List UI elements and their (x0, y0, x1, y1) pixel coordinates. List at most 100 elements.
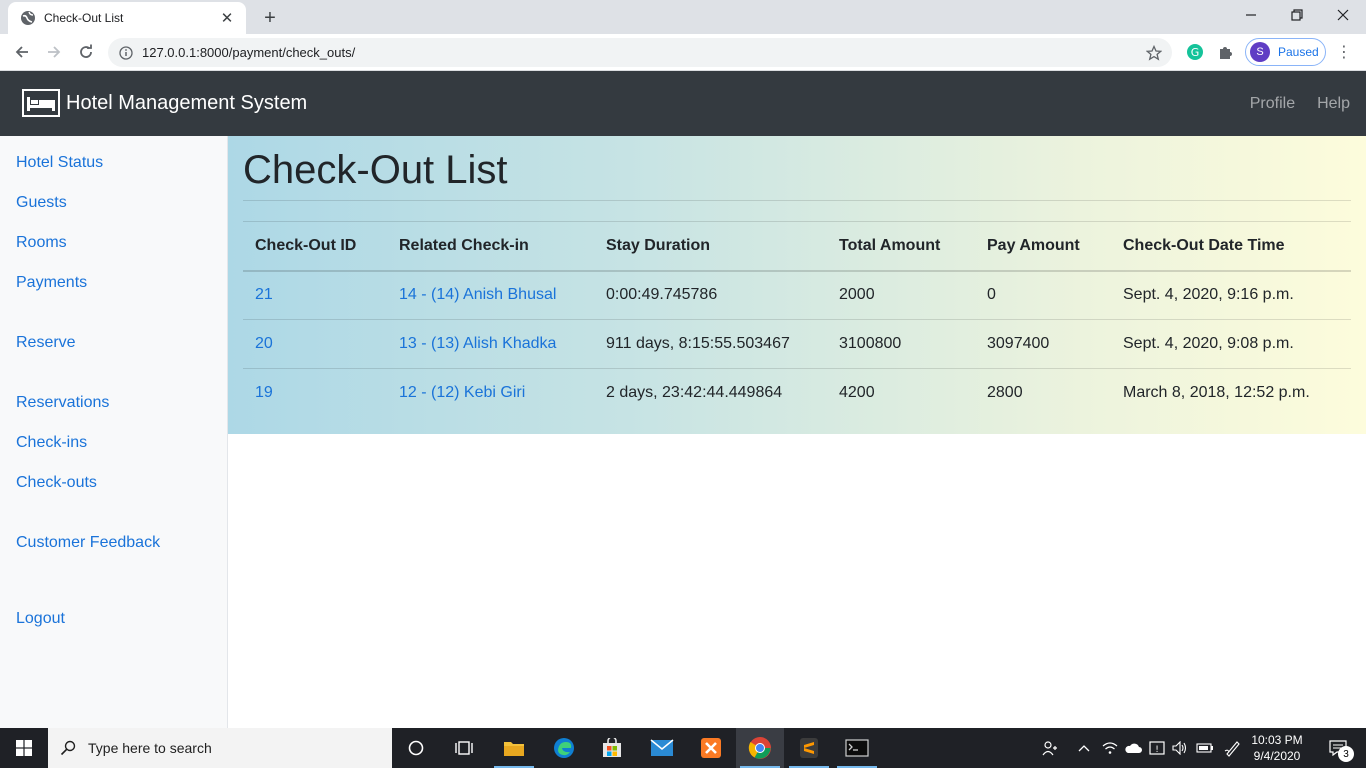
close-tab-icon[interactable]: ✕ (218, 9, 236, 27)
sidebar-item-logout[interactable]: Logout (16, 610, 65, 628)
sidebar-item-check-ins[interactable]: Check-ins (16, 434, 87, 452)
column-header-check-out-date-time: Check-Out Date Time (1111, 221, 1351, 272)
check-out-date-time: Sept. 4, 2020, 9:16 p.m. (1111, 270, 1351, 320)
battery-icon[interactable] (1194, 728, 1216, 768)
brand-link[interactable]: Hotel Management System (22, 89, 307, 117)
chevron-up-icon[interactable] (1074, 728, 1094, 768)
shield-icon[interactable]: ! (1146, 728, 1168, 768)
clock-time: 10:03 PM (1251, 733, 1303, 747)
sidebar-item-customer-feedback[interactable]: Customer Feedback (16, 534, 160, 552)
sidebar-item-rooms[interactable]: Rooms (16, 234, 67, 252)
navbar-links: Profile Help (1228, 95, 1350, 113)
svg-text:G: G (1191, 46, 1200, 59)
check-out-id-link[interactable]: 21 (255, 286, 273, 303)
check-out-table: Check-Out ID Related Check-in Stay Durat… (243, 221, 1351, 418)
onedrive-cloud-icon[interactable] (1123, 728, 1143, 768)
avatar: S (1250, 42, 1270, 62)
profile-button[interactable]: S Paused (1245, 38, 1326, 66)
microsoft-store-icon[interactable] (588, 728, 636, 768)
title-divider (243, 200, 1351, 201)
terminal-icon[interactable] (833, 728, 881, 768)
pay-amount: 3097400 (975, 319, 1111, 369)
table-row: 19 12 - (12) Kebi Giri 2 days, 23:42:44.… (243, 368, 1351, 418)
close-window-icon[interactable] (1320, 0, 1366, 30)
notifications-icon[interactable]: 3 (1318, 728, 1358, 768)
total-amount: 4200 (827, 368, 975, 418)
sidebar-item-payments[interactable]: Payments (16, 274, 87, 292)
sidebar-item-reserve[interactable]: Reserve (16, 334, 76, 352)
check-out-date-time: March 8, 2018, 12:52 p.m. (1111, 368, 1351, 418)
total-amount: 2000 (827, 270, 975, 320)
column-header-pay-amount: Pay Amount (975, 221, 1111, 272)
related-check-in-link[interactable]: 13 - (13) Alish Khadka (399, 335, 556, 352)
check-out-id-link[interactable]: 20 (255, 335, 273, 352)
tab-title: Check-Out List (44, 11, 124, 25)
column-header-check-out-id: Check-Out ID (243, 221, 387, 272)
sidebar-item-check-outs[interactable]: Check-outs (16, 474, 97, 492)
browser-toolbar: 127.0.0.1:8000/payment/check_outs/ G S P… (0, 34, 1366, 71)
column-header-stay-duration: Stay Duration (594, 221, 827, 272)
table-row: 20 13 - (13) Alish Khadka 911 days, 8:15… (243, 319, 1351, 369)
file-explorer-icon[interactable] (490, 728, 538, 768)
task-view-icon[interactable] (440, 728, 488, 768)
mail-icon[interactable] (638, 728, 686, 768)
svg-text:!: ! (1155, 745, 1159, 755)
taskbar-search-input[interactable]: Type here to search (48, 728, 392, 768)
grammarly-icon[interactable]: G (1185, 42, 1205, 62)
cortana-icon[interactable] (392, 728, 440, 768)
bookmark-star-icon[interactable] (1144, 44, 1164, 61)
reload-icon[interactable] (72, 38, 100, 66)
browser-tabstrip: Check-Out List ✕ + (0, 0, 1366, 34)
more-menu-icon[interactable]: ⋮ (1336, 42, 1352, 62)
volume-icon[interactable] (1170, 728, 1190, 768)
profile-status: Paused (1278, 45, 1319, 59)
check-out-id-link[interactable]: 19 (255, 384, 273, 401)
xampp-icon[interactable] (687, 728, 735, 768)
pen-ink-icon[interactable] (1222, 728, 1244, 768)
globe-icon (20, 10, 36, 26)
wifi-icon[interactable] (1100, 728, 1120, 768)
related-check-in-link[interactable]: 12 - (12) Kebi Giri (399, 384, 525, 401)
system-clock[interactable]: 10:03 PM 9/4/2020 (1248, 732, 1306, 764)
browser-tab[interactable]: Check-Out List ✕ (8, 2, 246, 34)
stay-duration: 2 days, 23:42:44.449864 (594, 368, 827, 418)
sidebar-item-hotel-status[interactable]: Hotel Status (16, 154, 103, 172)
sublime-text-icon[interactable] (785, 728, 833, 768)
stay-duration: 0:00:49.745786 (594, 270, 827, 320)
related-check-in-link[interactable]: 14 - (14) Anish Bhusal (399, 286, 556, 303)
info-icon[interactable] (118, 45, 134, 61)
sidebar-item-guests[interactable]: Guests (16, 194, 67, 212)
search-placeholder: Type here to search (88, 740, 212, 756)
main-content: Check-Out List Check-Out ID Related Chec… (228, 136, 1366, 434)
restore-icon[interactable] (1274, 0, 1320, 30)
column-header-related-check-in: Related Check-in (387, 221, 594, 272)
brand-title: Hotel Management System (66, 91, 308, 114)
new-tab-button[interactable]: + (258, 6, 282, 30)
bed-icon (22, 89, 60, 117)
windows-start-icon[interactable] (0, 728, 48, 768)
profile-link[interactable]: Profile (1250, 95, 1295, 113)
column-header-total-amount: Total Amount (827, 221, 975, 272)
sidebar-item-reservations[interactable]: Reservations (16, 394, 109, 412)
minimize-icon[interactable] (1228, 0, 1274, 30)
sidebar: Hotel Status Guests Rooms Payments Reser… (0, 136, 228, 728)
forward-arrow-icon[interactable] (40, 38, 68, 66)
taskbar: Type here to search ! 10:03 PM 9/4/2020 … (0, 728, 1366, 768)
check-out-date-time: Sept. 4, 2020, 9:08 p.m. (1111, 319, 1351, 369)
extensions-puzzle-icon[interactable] (1216, 42, 1236, 62)
app-navbar: Hotel Management System Profile Help (0, 71, 1366, 136)
pay-amount: 0 (975, 270, 1111, 320)
help-link[interactable]: Help (1317, 95, 1350, 113)
page-title: Check-Out List (243, 148, 508, 192)
chrome-browser-icon[interactable] (736, 728, 784, 768)
back-arrow-icon[interactable] (8, 38, 36, 66)
edge-browser-icon[interactable] (540, 728, 588, 768)
people-icon[interactable] (1038, 728, 1062, 768)
url-text[interactable]: 127.0.0.1:8000/payment/check_outs/ (142, 45, 1144, 60)
total-amount: 3100800 (827, 319, 975, 369)
clock-date: 9/4/2020 (1253, 749, 1301, 763)
pay-amount: 2800 (975, 368, 1111, 418)
table-row: 21 14 - (14) Anish Bhusal 0:00:49.745786… (243, 270, 1351, 320)
search-icon (48, 740, 88, 756)
address-bar[interactable]: 127.0.0.1:8000/payment/check_outs/ (108, 38, 1172, 67)
